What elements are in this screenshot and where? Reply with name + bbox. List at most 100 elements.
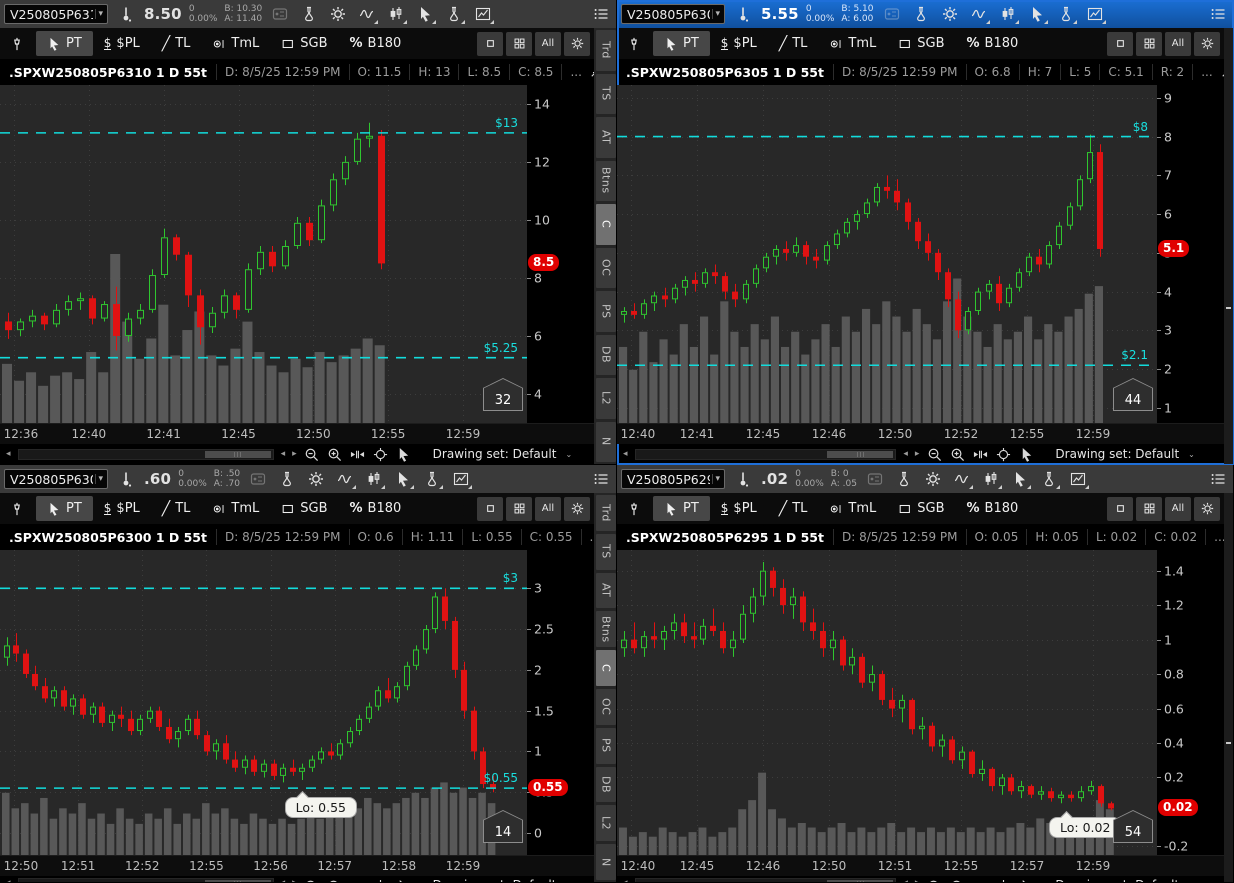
crosshair-target-icon[interactable] xyxy=(373,878,389,882)
timeline-tool-button[interactable]: TmL xyxy=(201,496,270,521)
trendline-tool-button[interactable]: ╱TL xyxy=(768,31,819,56)
pin-toolbar-icon[interactable] xyxy=(4,31,30,56)
drawings-chart-icon[interactable] xyxy=(472,3,494,25)
gadget-tab-db[interactable]: DB xyxy=(596,335,616,376)
pt-tool-button[interactable]: PT xyxy=(653,31,710,56)
time-axis[interactable]: 12:5012:5112:5212:5512:5612:5712:5812:59 xyxy=(0,855,594,876)
b180-tool-button[interactable]: %B180 xyxy=(339,31,413,56)
pt-tool-button[interactable]: PT xyxy=(653,496,710,521)
scrollbar-thumb[interactable] xyxy=(827,451,893,458)
sgb-tool-button[interactable]: SGB xyxy=(270,31,338,56)
timeline-tool-button[interactable]: TmL xyxy=(818,496,887,521)
studies-wave-icon[interactable] xyxy=(334,468,356,490)
expand-horizontal-icon[interactable] xyxy=(972,878,988,882)
gadget-tab-trd[interactable]: Trd xyxy=(596,495,616,531)
gadget-tab-btns[interactable]: Btns xyxy=(596,611,616,647)
symbol-link-icon[interactable] xyxy=(732,3,754,25)
cursor-mode-icon[interactable] xyxy=(1018,878,1034,882)
analyze-flask-icon[interactable] xyxy=(893,468,915,490)
step-left-icon[interactable]: ◂ xyxy=(281,878,286,882)
drawing-set-caret-icon[interactable]: ⌄ xyxy=(565,450,572,459)
grid-view-button[interactable] xyxy=(506,497,532,521)
gadget-tab-ps[interactable]: PS xyxy=(596,291,616,332)
step-left-icon[interactable]: ◂ xyxy=(281,449,286,459)
crosshair-target-icon[interactable] xyxy=(995,878,1011,882)
price-plot[interactable]: $8$2.1 xyxy=(617,85,1157,423)
analyze-flask-icon[interactable] xyxy=(910,3,932,25)
strategies-flask-icon[interactable] xyxy=(421,468,443,490)
grid-view-button[interactable] xyxy=(1136,497,1162,521)
gadget-tab-at[interactable]: AT xyxy=(596,573,616,609)
timeline-tool-button[interactable]: TmL xyxy=(201,31,270,56)
symbol-input[interactable]: V250805P6305 ▾ xyxy=(621,4,725,24)
trendline-tool-button[interactable]: ╱TL xyxy=(151,496,202,521)
grid-view-button[interactable] xyxy=(506,32,532,56)
scroll-left-icon[interactable]: ◂ xyxy=(623,449,628,459)
toolbar-gear-icon[interactable] xyxy=(1194,32,1220,56)
zoom-out-icon[interactable] xyxy=(926,878,942,882)
pin-toolbar-icon[interactable] xyxy=(4,496,30,521)
time-axis[interactable]: 12:4012:4512:4612:5012:5112:5512:5712:59 xyxy=(617,855,1224,876)
strategies-flask-icon[interactable] xyxy=(443,3,465,25)
candlestick-canvas[interactable] xyxy=(617,85,1157,423)
chart-style-candles-icon[interactable] xyxy=(385,3,407,25)
gadget-tab-ts[interactable]: TS xyxy=(596,534,616,570)
step-left-icon[interactable]: ◂ xyxy=(903,449,908,459)
price-axis[interactable]: 1412108648.5 xyxy=(527,85,594,423)
all-panels-button[interactable]: All xyxy=(1165,497,1191,521)
sgb-tool-button[interactable]: SGB xyxy=(887,496,955,521)
price-plot[interactable]: Lo: 0.02 xyxy=(617,550,1157,855)
gadget-tab-trd[interactable]: Trd xyxy=(596,30,616,71)
gadget-tab-l2[interactable]: L2 xyxy=(596,378,616,419)
cursor-mode-icon[interactable] xyxy=(1018,446,1034,462)
b180-tool-button[interactable]: %B180 xyxy=(956,496,1030,521)
price-axis[interactable]: 1.41.210.80.60.40.2-0.20.02 xyxy=(1157,550,1224,855)
time-axis[interactable]: 12:4012:4112:4512:4612:5012:5212:5512:59 xyxy=(617,423,1224,444)
symbol-link-icon[interactable] xyxy=(115,468,137,490)
gadget-tab-n[interactable]: N xyxy=(596,844,616,880)
zoom-in-icon[interactable] xyxy=(949,446,965,462)
price-plot[interactable]: $13$5.25 xyxy=(0,85,527,423)
price-plot[interactable]: $3$0.55Lo: 0.55 xyxy=(0,550,527,855)
single-view-button[interactable] xyxy=(477,497,503,521)
chart-scrollbar[interactable] xyxy=(18,449,274,460)
step-left-icon[interactable]: ◂ xyxy=(903,878,908,882)
pin-toolbar-icon[interactable] xyxy=(621,496,647,521)
zoom-in-icon[interactable] xyxy=(327,878,343,882)
cursor-mode-icon[interactable] xyxy=(396,878,412,882)
price-axis[interactable]: 32.521.510.500.55 xyxy=(527,550,594,855)
symbol-input[interactable]: V250805P6310 ▾ xyxy=(4,4,108,24)
single-view-button[interactable] xyxy=(477,32,503,56)
gadget-tab-oc[interactable]: OC xyxy=(596,689,616,725)
sgb-tool-button[interactable]: SGB xyxy=(270,496,338,521)
candlestick-canvas[interactable] xyxy=(617,550,1157,855)
menu-list-icon[interactable] xyxy=(1207,3,1229,25)
gadget-tab-ps[interactable]: PS xyxy=(596,728,616,764)
single-view-button[interactable] xyxy=(1107,497,1133,521)
step-right-icon[interactable]: ▸ xyxy=(915,449,920,459)
timeline-tool-button[interactable]: TmL xyxy=(818,31,887,56)
chart-scrollbar[interactable] xyxy=(635,878,897,882)
zoom-out-icon[interactable] xyxy=(304,878,320,882)
gadget-tab-n[interactable]: N xyxy=(596,422,616,463)
gadget-tab-btns[interactable]: Btns xyxy=(596,161,616,202)
pin-toolbar-icon[interactable] xyxy=(621,31,647,56)
toolbar-gear-icon[interactable] xyxy=(564,32,590,56)
pt-tool-button[interactable]: PT xyxy=(36,496,93,521)
pointer-tool-icon[interactable] xyxy=(1009,468,1031,490)
pointer-tool-icon[interactable] xyxy=(1026,3,1048,25)
chart-style-candles-icon[interactable] xyxy=(363,468,385,490)
chart-scrollbar[interactable] xyxy=(635,449,897,460)
scrollbar-thumb[interactable] xyxy=(205,451,271,458)
pt-tool-button[interactable]: PT xyxy=(36,31,93,56)
menu-list-icon[interactable] xyxy=(590,3,612,25)
b180-tool-button[interactable]: %B180 xyxy=(956,31,1030,56)
drawing-set-caret-icon[interactable]: ⌄ xyxy=(565,878,572,882)
studies-wave-icon[interactable] xyxy=(356,3,378,25)
grid-view-button[interactable] xyxy=(1136,32,1162,56)
menu-list-icon[interactable] xyxy=(1207,468,1229,490)
drawing-set-caret-icon[interactable]: ⌄ xyxy=(1188,878,1195,882)
drawings-chart-icon[interactable] xyxy=(450,468,472,490)
dropdown-caret-icon[interactable]: ▾ xyxy=(712,9,722,19)
spl-tool-button[interactable]: $$PL xyxy=(710,31,768,56)
